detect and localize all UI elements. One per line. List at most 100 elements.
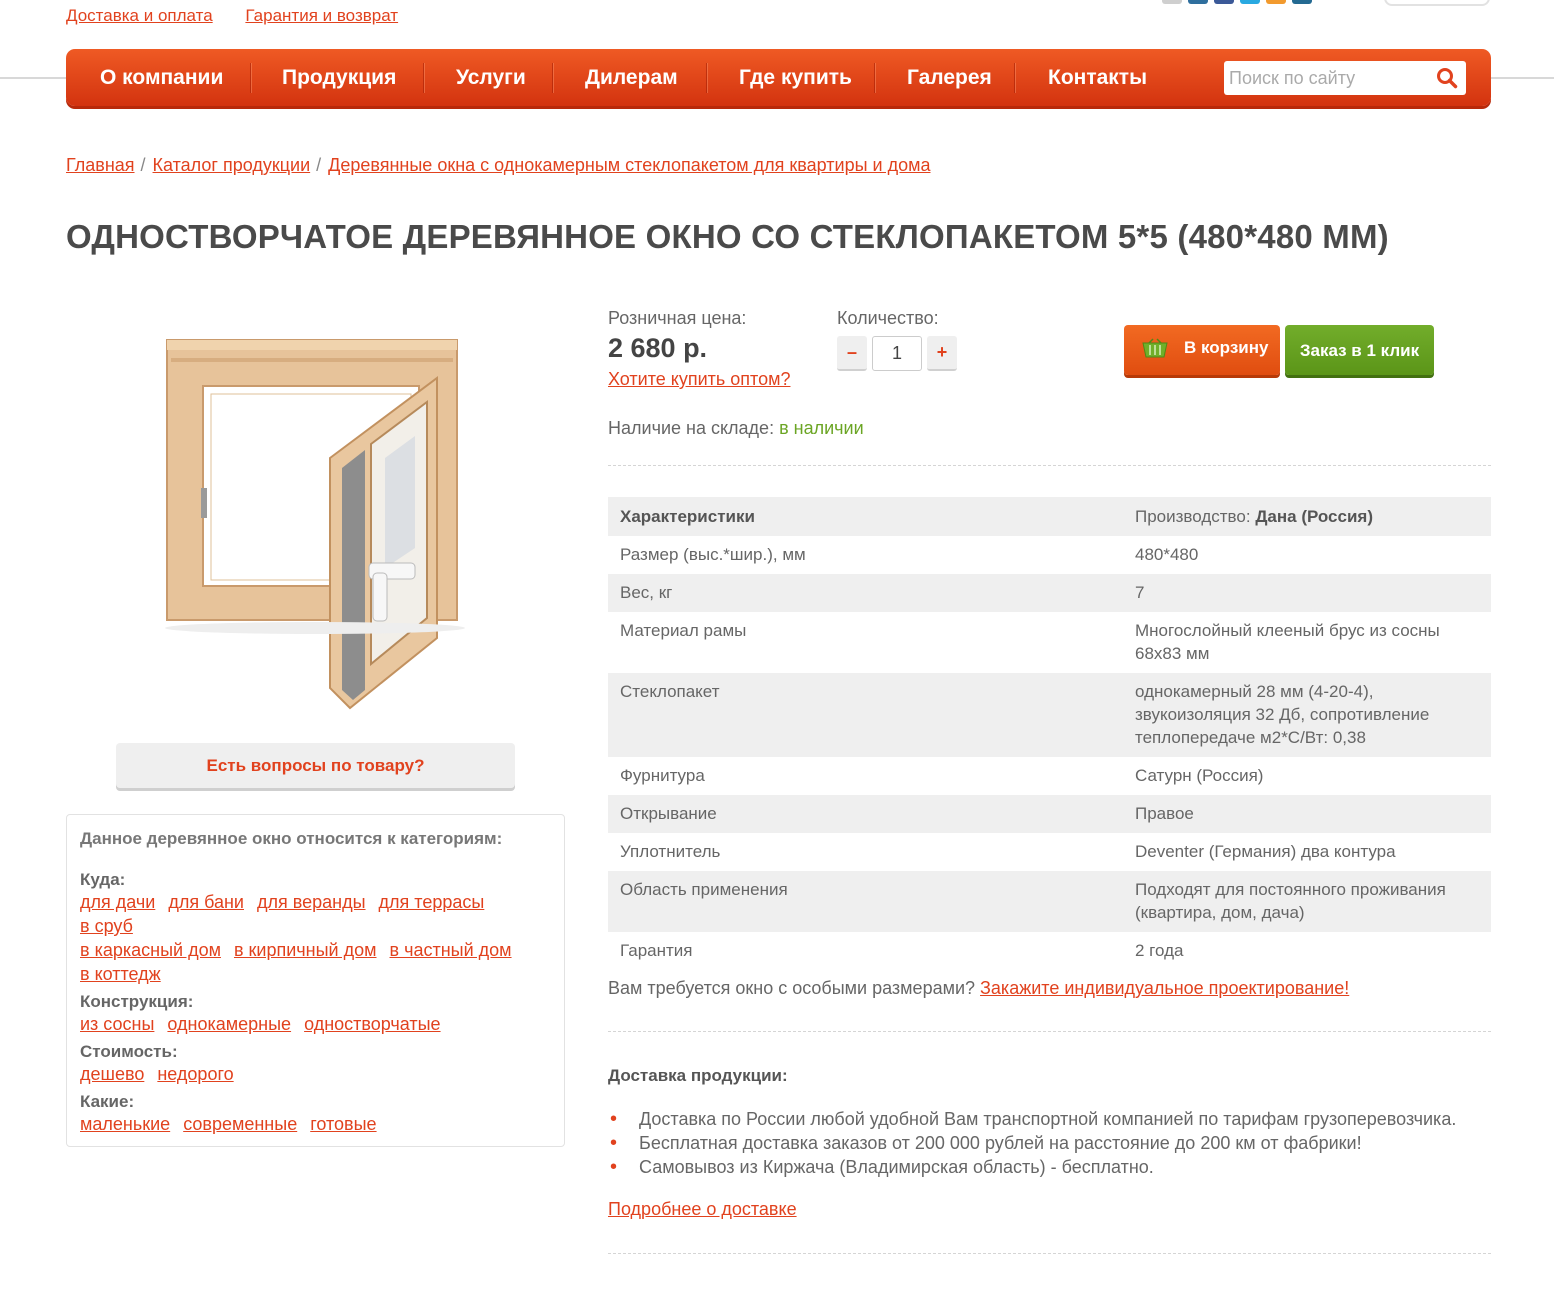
delivery-item: Бесплатная доставка заказов от 200 000 р… xyxy=(608,1131,1456,1155)
nav-contacts[interactable]: Контакты xyxy=(1048,49,1147,106)
delivery-more-link[interactable]: Подробнее о доставке xyxy=(608,1199,797,1220)
breadcrumb-catalog[interactable]: Каталог продукции xyxy=(153,155,311,175)
spec-value: однокамерный 28 мм (4-20-4), звукоизоляц… xyxy=(1135,682,1430,747)
basket-icon xyxy=(1142,338,1168,358)
nav-gallery[interactable]: Галерея xyxy=(907,49,992,106)
spec-name: Уплотнитель xyxy=(620,842,721,861)
category-link[interactable]: одностворчатые xyxy=(304,1014,441,1034)
spec-name: Фурнитура xyxy=(620,766,705,785)
top-links: Доставка и оплата Гарантия и возврат xyxy=(66,6,426,26)
category-links: маленькие современные готовые xyxy=(80,1112,551,1136)
category-link[interactable]: для дачи xyxy=(80,892,155,912)
spec-name: Вес, кг xyxy=(620,583,673,602)
nav-dealers[interactable]: Дилерам xyxy=(585,49,678,106)
spec-name: Область применения xyxy=(620,880,788,899)
section-divider xyxy=(608,1253,1491,1254)
nav-separator xyxy=(552,63,553,93)
quantity-input[interactable] xyxy=(872,336,922,371)
wooden-window-photo[interactable] xyxy=(115,318,515,710)
spec-row: Размер (выс.*шир.), мм 480*480 xyxy=(608,536,1491,574)
quantity-decrease-button[interactable]: – xyxy=(837,336,867,371)
breadcrumb-separator: / xyxy=(316,155,322,175)
spec-value: Правое xyxy=(1135,804,1194,823)
category-link[interactable]: для веранды xyxy=(257,892,366,912)
nav-services[interactable]: Услуги xyxy=(456,49,526,106)
category-link[interactable]: готовые xyxy=(310,1114,376,1134)
spec-name: Открывание xyxy=(620,804,717,823)
category-link[interactable]: в сруб xyxy=(80,916,133,936)
quantity-label: Количество: xyxy=(837,308,939,328)
categories-box: Данное деревянное окно относится к катег… xyxy=(66,814,565,1147)
stock-status: Наличие на складе: в наличии xyxy=(608,418,864,439)
category-links: дешево недорого xyxy=(80,1062,551,1086)
breadcrumb-home[interactable]: Главная xyxy=(66,155,135,175)
search-input[interactable] xyxy=(1224,61,1430,95)
maker-value: Дана (Россия) xyxy=(1255,507,1374,526)
nav-about[interactable]: О компании xyxy=(100,49,223,106)
category-link[interactable]: в каркасный дом xyxy=(80,940,221,960)
category-link[interactable]: в коттедж xyxy=(80,964,161,984)
spec-value: Многослойный клееный брус из сосны 68х83… xyxy=(1135,621,1440,663)
top-corner-button[interactable] xyxy=(1384,0,1490,6)
specs-header: Характеристики xyxy=(620,507,755,526)
nav-where-to-buy[interactable]: Где купить xyxy=(739,49,852,106)
maker-label: Производство: xyxy=(1135,507,1251,526)
category-link[interactable]: современные xyxy=(183,1114,297,1134)
delivery-payment-link[interactable]: Доставка и оплата xyxy=(66,6,213,25)
category-links: для дачи для бани для веранды для террас… xyxy=(80,890,551,986)
nav-separator xyxy=(423,63,424,93)
social-icon-3[interactable] xyxy=(1214,0,1234,4)
categories-title: Данное деревянное окно относится к катег… xyxy=(80,829,503,848)
category-link[interactable]: дешево xyxy=(80,1064,144,1084)
category-link[interactable]: для террасы xyxy=(379,892,485,912)
spec-row: Вес, кг 7 xyxy=(608,574,1491,612)
spec-name: Стеклопакет xyxy=(620,682,720,701)
category-link[interactable]: из сосны xyxy=(80,1014,154,1034)
category-group-label: Стоимость: xyxy=(80,1042,178,1061)
specs-header-row: Характеристики Производство: Дана (Росси… xyxy=(608,497,1491,536)
spec-value: 7 xyxy=(1135,583,1145,602)
category-link[interactable]: для бани xyxy=(168,892,244,912)
spec-name: Материал рамы xyxy=(620,621,747,640)
warranty-return-link[interactable]: Гарантия и возврат xyxy=(245,6,398,25)
category-link[interactable]: в кирпичный дом xyxy=(234,940,377,960)
social-icon-4[interactable] xyxy=(1240,0,1260,4)
category-links: из сосны однокамерные одностворчатые xyxy=(80,1012,551,1036)
one-click-order-button[interactable]: Заказ в 1 клик xyxy=(1285,325,1434,375)
social-icon-1[interactable] xyxy=(1162,0,1182,4)
page-title: ОДНОСТВОРЧАТОЕ ДЕРЕВЯННОЕ ОКНО СО СТЕКЛО… xyxy=(66,218,1389,255)
spec-name: Размер (выс.*шир.), мм xyxy=(620,545,806,564)
breadcrumb-category[interactable]: Деревянные окна с однокамерным стеклопак… xyxy=(328,155,930,175)
stock-label: Наличие на складе: xyxy=(608,418,775,438)
category-link[interactable]: однокамерные xyxy=(167,1014,291,1034)
social-icon-6[interactable] xyxy=(1292,0,1312,4)
product-questions-button[interactable]: Есть вопросы по товару? xyxy=(116,743,515,788)
category-link[interactable]: в частный дом xyxy=(390,940,512,960)
custom-design-link[interactable]: Закажите индивидуальное проектирование! xyxy=(980,978,1349,998)
add-to-cart-button[interactable]: В корзину xyxy=(1124,325,1280,375)
specs-table: Характеристики Производство: Дана (Росси… xyxy=(608,497,1491,970)
social-icon-2[interactable] xyxy=(1188,0,1208,4)
section-divider xyxy=(608,1031,1491,1032)
delivery-title: Доставка продукции: xyxy=(608,1066,788,1085)
spec-row: Уплотнитель Deventer (Германия) два конту… xyxy=(608,833,1491,871)
search-icon[interactable] xyxy=(1436,67,1458,89)
category-group-label: Какие: xyxy=(80,1092,135,1111)
social-icon-5[interactable] xyxy=(1266,0,1286,4)
category-link[interactable]: недорого xyxy=(157,1064,233,1084)
spec-value: 2 года xyxy=(1135,941,1184,960)
breadcrumb-separator: / xyxy=(140,155,146,175)
category-link[interactable]: маленькие xyxy=(80,1114,170,1134)
spec-row: Область применения Подходят для постоянно… xyxy=(608,871,1491,932)
search-box xyxy=(1224,61,1466,95)
spec-value: Сатурн (Россия) xyxy=(1135,766,1264,785)
price-value: 2 680 р. xyxy=(608,333,708,363)
wholesale-link[interactable]: Хотите купить оптом? xyxy=(608,369,790,390)
spec-name: Гарантия xyxy=(620,941,693,960)
delivery-item: Доставка по России любой удобной Вам тра… xyxy=(608,1107,1456,1131)
nav-products[interactable]: Продукция xyxy=(282,49,396,106)
add-to-cart-label: В корзину xyxy=(1184,338,1269,357)
main-nav: О компании Продукция Услуги Дилерам Где … xyxy=(66,49,1491,106)
quantity-increase-button[interactable]: + xyxy=(927,336,957,371)
category-group-label: Конструкция: xyxy=(80,992,194,1011)
